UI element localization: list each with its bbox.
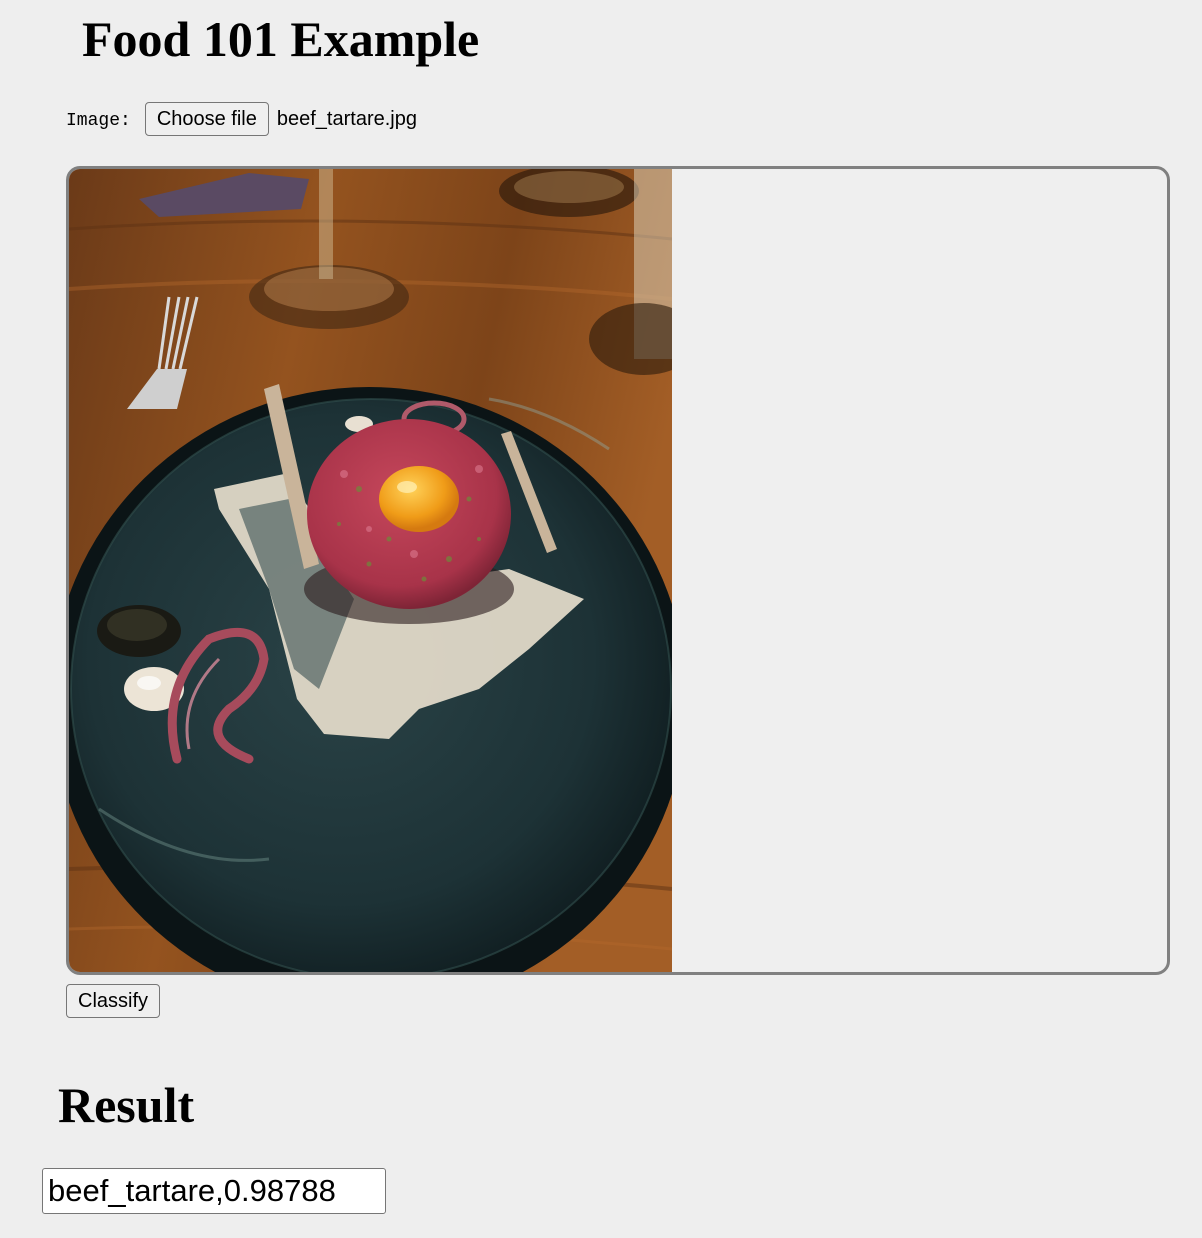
selected-file-name: beef_tartare.jpg <box>276 107 417 130</box>
choose-file-button[interactable]: Choose file <box>144 102 269 136</box>
page-title: Food 101 Example <box>82 11 480 67</box>
image-upload-row: Image: Choose file beef_tartare.jpg <box>66 101 417 137</box>
classify-button[interactable]: Classify <box>66 984 161 1018</box>
food-photo <box>69 169 672 972</box>
result-field[interactable] <box>42 1168 386 1214</box>
image-preview-frame <box>66 166 1170 975</box>
image-label: Image: <box>66 111 131 131</box>
result-heading: Result <box>58 1077 195 1133</box>
